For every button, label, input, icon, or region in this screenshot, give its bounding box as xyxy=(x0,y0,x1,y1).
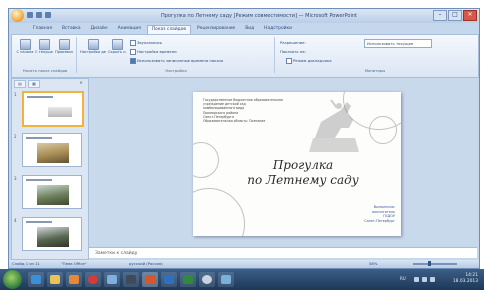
resolution-label: Разрешение: xyxy=(280,40,306,45)
opera-icon[interactable] xyxy=(85,272,101,287)
thumbnail-image xyxy=(37,185,69,205)
thumbnail-number: 3 xyxy=(14,176,17,181)
tab-slide-show[interactable]: Показ слайдов xyxy=(146,25,191,34)
powerpoint-window: Прогулка по Летнему саду [Режим совмести… xyxy=(8,8,480,269)
slide-thumbnail[interactable] xyxy=(22,91,84,127)
from-beginning-button[interactable]: С начала xyxy=(16,39,34,54)
use-timings-option[interactable]: Использовать записанные времена показа xyxy=(130,58,223,64)
ribbon-tabs: Главная Вставка Дизайн Анимация Показ сл… xyxy=(29,25,296,34)
checkbox-icon xyxy=(286,58,292,64)
zoom-level[interactable]: 58% xyxy=(369,260,377,268)
ribbon-panel: С начала С текущего слайда Произвольный … xyxy=(11,34,479,78)
network-icon[interactable] xyxy=(414,277,419,282)
hide-slide-icon xyxy=(111,39,123,50)
tab-insert[interactable]: Вставка xyxy=(58,25,85,33)
slide-author-block[interactable]: Выполнила: воспитатель ГБДОУ Санкт-Петер… xyxy=(311,205,395,223)
custom-show-button[interactable]: Произвольный показ xyxy=(55,39,73,54)
cd-icon[interactable] xyxy=(199,272,215,287)
notes-field[interactable]: Заметки к слайду xyxy=(89,247,477,258)
slide-editor: Государственное бюджетное образовательно… xyxy=(89,78,477,246)
from-current-slide-button[interactable]: С текущего слайда xyxy=(35,39,53,54)
word-icon[interactable] xyxy=(161,272,177,287)
horseman-statue-icon xyxy=(309,99,359,152)
undo-icon[interactable] xyxy=(36,12,42,18)
current-slide[interactable]: Государственное бюджетное образовательно… xyxy=(193,92,401,236)
resolution-dropdown[interactable]: Использовать текущее xyxy=(364,39,432,48)
checkbox-icon xyxy=(130,49,136,55)
save-icon[interactable] xyxy=(27,12,33,18)
thumbnail-image xyxy=(48,107,72,117)
custom-show-icon xyxy=(58,39,70,50)
paint-icon[interactable] xyxy=(218,272,234,287)
checkbox-checked-icon xyxy=(130,58,136,64)
rehearse-timings-option[interactable]: Настройка времени xyxy=(130,49,177,55)
decor-swirl xyxy=(193,142,219,178)
setup-show-icon xyxy=(87,39,99,50)
pane-tabs: ▤ ▦ ✕ xyxy=(12,79,88,88)
group-setup: Настройка демонстрации Скрыть слайд Звук… xyxy=(78,37,275,73)
title-bar: Прогулка по Летнему саду [Режим совмести… xyxy=(9,9,479,23)
decor-swirl xyxy=(369,116,397,144)
slide-thumbnail[interactable] xyxy=(22,133,82,167)
close-button[interactable]: ✕ xyxy=(463,10,477,21)
tab-outline[interactable]: ▦ xyxy=(28,80,40,88)
clock[interactable]: 14:21 18.03.2013 xyxy=(453,273,478,285)
volume-icon[interactable] xyxy=(422,277,427,282)
system-tray: RU 14:21 18.03.2013 xyxy=(398,271,480,288)
slide-info-block: Государственное бюджетное образовательно… xyxy=(203,98,283,124)
thumbnail-image xyxy=(37,227,69,247)
office-button[interactable] xyxy=(11,9,24,22)
window-controls: – □ ✕ xyxy=(433,10,477,21)
flag-icon[interactable] xyxy=(430,277,435,282)
tab-add-ins[interactable]: Надстройки xyxy=(260,25,296,33)
thumbnail-image xyxy=(37,143,69,163)
presenter-view-option[interactable]: Режим докладчика xyxy=(286,58,332,64)
slide-thumbnail[interactable] xyxy=(22,175,82,209)
language-indicator[interactable]: русский (Россия) xyxy=(129,260,163,268)
thumbnail-number: 4 xyxy=(14,218,17,223)
start-button[interactable] xyxy=(3,270,22,289)
slide-title[interactable]: Прогулка по Летнему саду xyxy=(223,158,383,188)
checkbox-icon xyxy=(130,40,136,46)
yandex-icon[interactable] xyxy=(104,272,120,287)
thumbnail-number: 2 xyxy=(14,134,17,139)
zoom-slider-handle[interactable] xyxy=(428,261,431,266)
language-indicator[interactable]: RU xyxy=(400,276,406,281)
ie-icon[interactable] xyxy=(28,272,44,287)
tab-home[interactable]: Главная xyxy=(29,25,56,33)
theme-name: "Тема Office" xyxy=(61,261,87,266)
tab-view[interactable]: Вид xyxy=(241,25,258,33)
tab-review[interactable]: Рецензирование xyxy=(193,25,239,33)
window-title: Прогулка по Летнему саду [Режим совмести… xyxy=(160,13,357,19)
thumbnail-number: 1 xyxy=(14,92,17,97)
hide-slide-button[interactable]: Скрыть слайд xyxy=(108,39,126,54)
tab-design[interactable]: Дизайн xyxy=(87,25,112,33)
pane-close-icon[interactable]: ✕ xyxy=(76,80,86,86)
tab-slides[interactable]: ▤ xyxy=(14,80,26,88)
slides-pane: ▤ ▦ ✕ 1 2 3 4 xyxy=(11,78,89,260)
tab-animation[interactable]: Анимация xyxy=(114,25,145,33)
show-on-label: Показать на: xyxy=(280,49,306,54)
group-monitors: Разрешение: Использовать текущее Показат… xyxy=(276,37,474,73)
slide-counter: Слайд 1 из 11 xyxy=(12,261,40,266)
group-start-slide-show: С начала С текущего слайда Произвольный … xyxy=(14,37,77,73)
slideshow-current-icon xyxy=(38,39,50,50)
slideshow-start-icon xyxy=(19,39,31,50)
minimize-button[interactable]: – xyxy=(433,10,447,21)
decor-swirl xyxy=(193,188,245,236)
taskbar: RU 14:21 18.03.2013 xyxy=(0,269,484,290)
status-bar: Слайд 1 из 11 "Тема Office" русский (Рос… xyxy=(9,260,479,268)
maximize-button[interactable]: □ xyxy=(448,10,462,21)
zoom-slider[interactable] xyxy=(413,263,457,265)
media-player-icon[interactable] xyxy=(66,272,82,287)
film-icon[interactable] xyxy=(123,272,139,287)
quick-access-toolbar xyxy=(27,12,51,18)
excel-icon[interactable] xyxy=(180,272,196,287)
setup-show-button[interactable]: Настройка демонстрации xyxy=(80,39,106,54)
explorer-icon[interactable] xyxy=(47,272,63,287)
redo-icon[interactable] xyxy=(45,12,51,18)
record-narration-option[interactable]: Звукозапись xyxy=(130,40,162,46)
slide-thumbnail[interactable] xyxy=(22,217,82,251)
powerpoint-icon[interactable] xyxy=(142,272,158,287)
